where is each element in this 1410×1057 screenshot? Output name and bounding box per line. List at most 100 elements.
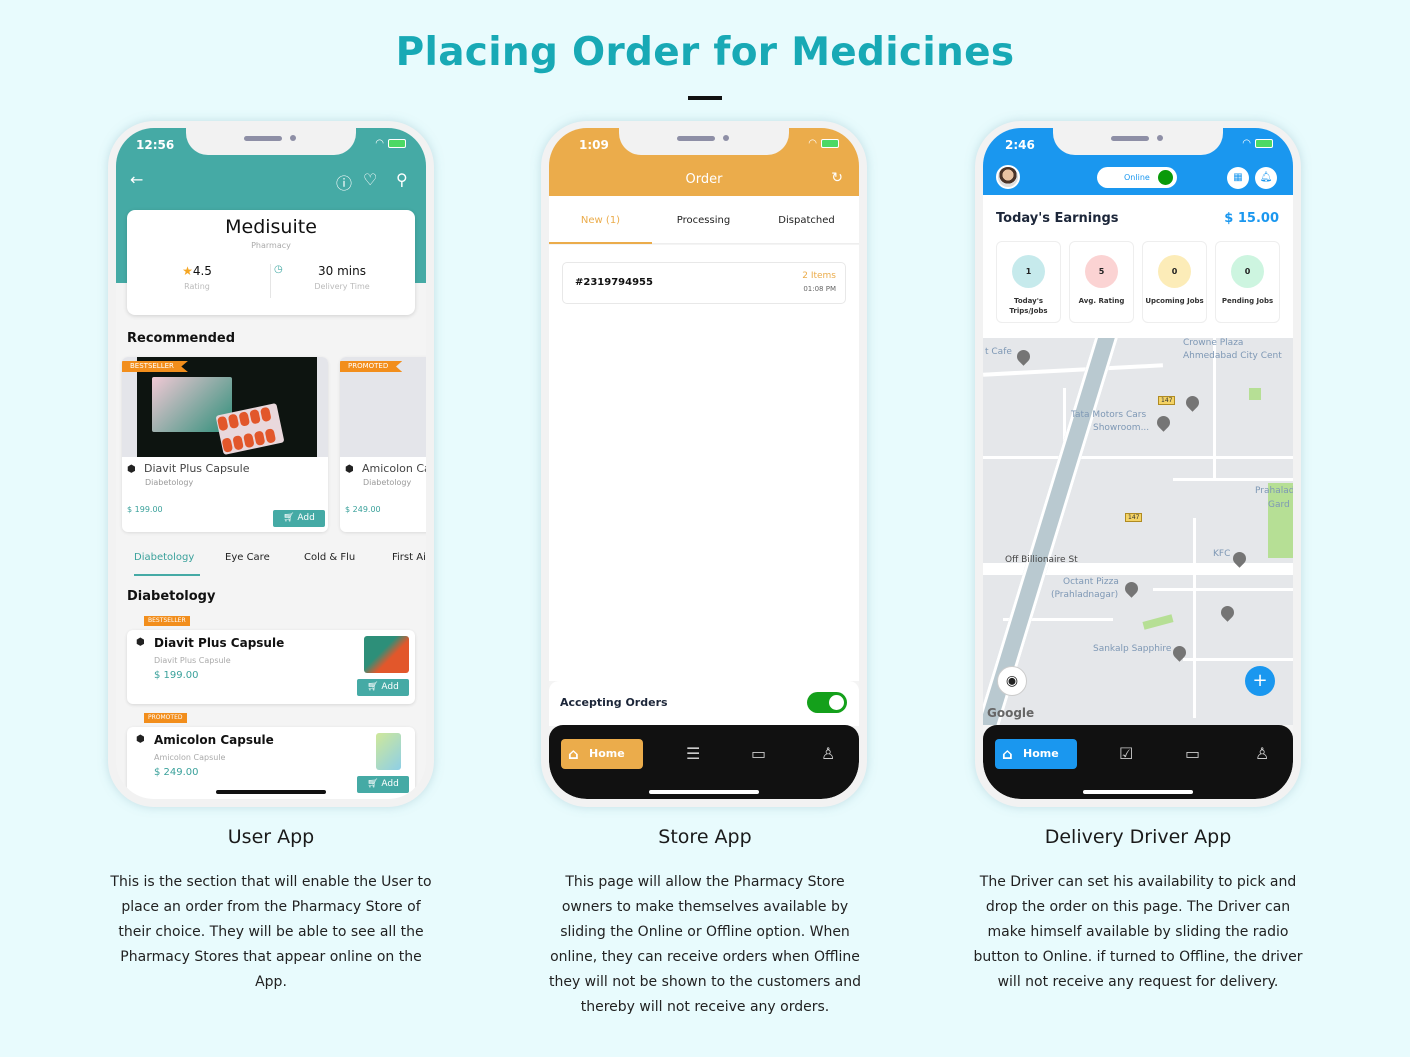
map-label: Sankalp Sapphire xyxy=(1093,644,1172,654)
product-image xyxy=(340,357,426,457)
driver-app-phone: 2:46 ◠ Online ▦ 🔔︎ Today's Earnings $ 15… xyxy=(975,121,1301,807)
stat-card-rating: 5 Avg. Rating xyxy=(1069,241,1134,323)
orders-list-icon[interactable]: ☰ xyxy=(686,744,700,763)
heart-icon[interactable]: ♡ xyxy=(363,170,377,189)
category-tab-eye-care[interactable]: Eye Care xyxy=(225,552,270,563)
add-to-cart-button[interactable]: 🛒︎ Add xyxy=(357,679,409,696)
profile-icon[interactable]: ♙ xyxy=(1255,744,1269,763)
tab-dispatched[interactable]: Dispatched xyxy=(755,215,858,226)
pills-icon: ⬢ xyxy=(127,464,136,475)
order-card[interactable]: #2319794955 2 Items 01:08 PM xyxy=(562,262,846,304)
avatar[interactable] xyxy=(996,165,1020,189)
section-title: Diabetology xyxy=(127,589,216,604)
stat-value: 0 xyxy=(1158,255,1191,288)
online-toggle[interactable]: Online xyxy=(1097,167,1177,188)
product-price: $ 199.00 xyxy=(154,670,199,681)
driver-app-description: The Driver can set his availability to p… xyxy=(973,874,1303,990)
status-time: 12:56 xyxy=(136,138,175,152)
accepting-orders-label: Accepting Orders xyxy=(560,696,668,709)
status-icons: ◠ xyxy=(1242,138,1273,149)
promoted-tag: PROMOTED xyxy=(144,713,187,723)
checklist-icon[interactable]: ☑ xyxy=(1119,744,1133,763)
order-id: #2319794955 xyxy=(575,277,653,288)
product-thumbnail xyxy=(376,733,401,770)
add-button[interactable]: + xyxy=(1245,666,1275,696)
store-app-caption: Store App xyxy=(658,826,752,848)
clock-icon: ◷ xyxy=(274,264,283,275)
notch xyxy=(1053,128,1223,155)
calendar-icon[interactable]: ▦ xyxy=(1227,167,1249,189)
nav-home[interactable]: ⌂ Home xyxy=(995,739,1077,769)
notch xyxy=(619,128,789,155)
add-to-cart-button[interactable]: 🛒︎ Add xyxy=(357,776,409,793)
product-name: Amicolon Capsule xyxy=(362,462,426,475)
restaurant-pin-icon xyxy=(1122,579,1141,598)
status-icons: ◠ xyxy=(808,138,839,149)
order-time: 01:08 PM xyxy=(803,285,836,293)
wifi-icon: ◠ xyxy=(808,138,817,149)
back-arrow-icon[interactable]: ← xyxy=(130,170,143,189)
product-name: Diavit Plus Capsule xyxy=(144,462,250,475)
route-shield: 147 xyxy=(1125,513,1143,522)
wifi-icon: ◠ xyxy=(1242,138,1251,149)
category-tab-first-aid[interactable]: First Aid xyxy=(392,552,426,563)
accepting-orders-toggle[interactable] xyxy=(807,692,847,713)
category-tab-cold-flu[interactable]: Cold & Flu xyxy=(304,552,355,563)
cart-icon: 🛒︎ xyxy=(367,682,382,692)
product-thumbnail xyxy=(364,636,409,673)
product-list-item[interactable]: ⬢ Amicolon Capsule Amicolon Capsule $ 24… xyxy=(127,727,415,799)
home-indicator xyxy=(649,790,759,794)
category-tab-diabetology[interactable]: Diabetology xyxy=(134,552,194,563)
product-name: Amicolon Capsule xyxy=(154,733,274,747)
wallet-icon[interactable]: ▭ xyxy=(1185,744,1200,763)
active-tab-indicator xyxy=(134,574,200,576)
cash-icon[interactable]: ▭ xyxy=(751,744,766,763)
recommended-title: Recommended xyxy=(127,331,236,346)
search-icon[interactable]: ⚲ xyxy=(396,170,408,189)
order-items: 2 Items xyxy=(802,271,836,281)
user-app-screen: 12:56 ◠ ← ⓘ ♡ ⚲ Medisuite Pharmacy ★4.5 … xyxy=(116,128,426,799)
profile-icon[interactable]: ♙ xyxy=(821,744,835,763)
bottom-nav: ⌂ Home ☰ ▭ ♙ xyxy=(549,725,859,799)
nav-home[interactable]: ⌂ Home xyxy=(561,739,643,769)
add-to-cart-button[interactable]: 🛒︎ Add xyxy=(273,510,325,527)
product-price: $ 199.00 xyxy=(127,505,163,514)
recommended-card[interactable]: PROMOTED ⬢ Amicolon Capsule Diabetology … xyxy=(340,357,426,532)
map-view[interactable]: t Cafe Crowne Plaza Ahmedabad City Cent … xyxy=(983,338,1293,725)
user-app-caption: User App xyxy=(227,826,315,848)
product-category: Diabetology xyxy=(145,478,194,487)
store-app-screen: 1:09 ◠ Order ↻ New (1) Processing Dispat… xyxy=(549,128,859,799)
refresh-icon[interactable]: ↻ xyxy=(831,170,843,186)
divider xyxy=(270,264,271,298)
user-app-phone: 12:56 ◠ ← ⓘ ♡ ⚲ Medisuite Pharmacy ★4.5 … xyxy=(108,121,434,807)
store-name: Medisuite xyxy=(225,216,317,238)
bestseller-tag: BESTSELLER xyxy=(144,616,190,626)
delivery-time-label: Delivery Time xyxy=(314,282,370,291)
stat-label: Today's Trips/Jobs xyxy=(1009,297,1048,315)
stat-label: Upcoming Jobs xyxy=(1145,297,1204,305)
promoted-badge: PROMOTED xyxy=(340,361,403,372)
active-tab-indicator xyxy=(549,242,652,244)
product-name: Diavit Plus Capsule xyxy=(154,636,285,650)
product-image xyxy=(122,357,328,457)
bell-icon[interactable]: 🔔︎ xyxy=(1255,167,1277,189)
map-label: Crowne Plaza xyxy=(1183,338,1244,348)
product-list-item[interactable]: ⬢ Diavit Plus Capsule Diavit Plus Capsul… xyxy=(127,630,415,704)
map-label: (Prahladnagar) xyxy=(1051,590,1119,600)
map-label: KFC xyxy=(1213,549,1231,559)
stat-value: 1 xyxy=(1012,255,1045,288)
recommended-card[interactable]: BESTSELLER ⬢ Diavit Plus Capsule Diabeto… xyxy=(122,357,328,532)
battery-icon xyxy=(388,139,406,148)
tab-processing[interactable]: Processing xyxy=(652,215,755,226)
stat-label: Pending Jobs xyxy=(1221,297,1274,305)
earnings-title: Today's Earnings xyxy=(996,211,1119,226)
info-icon[interactable]: ⓘ xyxy=(336,170,352,194)
product-price: $ 249.00 xyxy=(345,505,381,514)
my-location-button[interactable]: ◉ xyxy=(997,666,1027,696)
stat-card-upcoming: 0 Upcoming Jobs xyxy=(1142,241,1207,323)
earnings-panel: Today's Earnings $ 15.00 1 Today's Trips… xyxy=(983,195,1293,338)
tab-new[interactable]: New (1) xyxy=(549,215,652,226)
map-label: t Cafe xyxy=(985,347,1012,357)
rating-stat: ★4.5 Rating xyxy=(127,264,267,291)
earnings-value: $ 15.00 xyxy=(1224,211,1279,226)
